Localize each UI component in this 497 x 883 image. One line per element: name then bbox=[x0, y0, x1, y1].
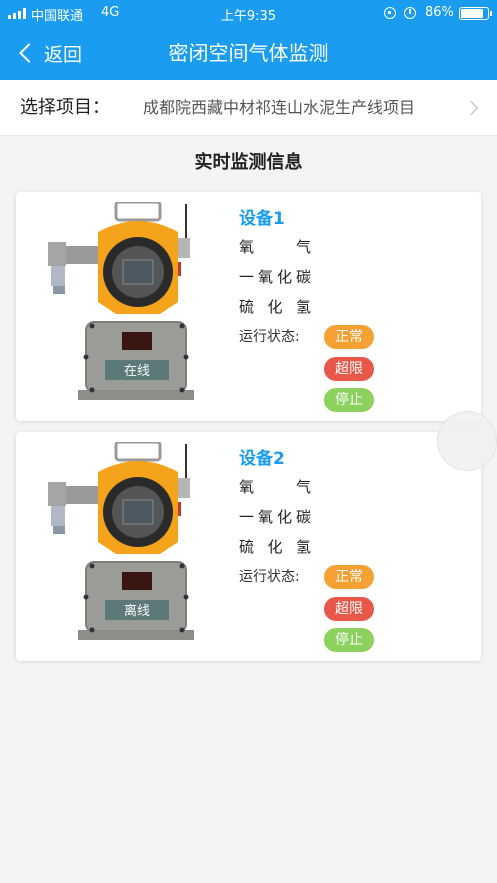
status-badge-stopped: 停止 bbox=[324, 628, 374, 652]
project-selector[interactable]: 选择项目： 成都院西藏中材祁连山水泥生产线项目 bbox=[0, 80, 497, 136]
gas-oxygen: 氧 气 bbox=[239, 238, 311, 256]
device-card[interactable]: 在线 设备1 氧 气 一氧化碳 硫 化 氢 运行状态: 正常 超限 停止 bbox=[16, 192, 481, 421]
section-title: 实时监测信息 bbox=[194, 152, 303, 173]
gas-co: 一氧化碳 bbox=[239, 268, 311, 286]
gas-detector-icon: 在线 bbox=[48, 202, 194, 400]
project-value: 成都院西藏中材祁连山水泥生产线项目 bbox=[143, 98, 416, 117]
battery-icon bbox=[459, 7, 492, 20]
gas-h2s: 硫 化 氢 bbox=[239, 298, 311, 316]
device-card[interactable]: 离线 设备2 氧 气 一氧化碳 硫 化 氢 运行状态: 正常 超限 停止 bbox=[16, 432, 481, 661]
status-label: 运行状态: bbox=[239, 329, 300, 345]
status-badge-stopped: 停止 bbox=[324, 388, 374, 412]
gas-h2s: 硫 化 氢 bbox=[239, 538, 311, 556]
status-badge-normal: 正常 bbox=[324, 565, 374, 589]
connection-label: 在线 bbox=[124, 363, 150, 378]
top-bar: 中国联通 4G 上午9:35 86% 返回 密闭空间气体监测 bbox=[0, 0, 497, 80]
gas-oxygen: 氧 气 bbox=[239, 478, 311, 496]
status-badge-over-limit: 超限 bbox=[324, 597, 374, 621]
battery-percent: 86% bbox=[425, 5, 454, 20]
device-name: 设备1 bbox=[239, 209, 285, 229]
status-badge-normal: 正常 bbox=[324, 325, 374, 349]
status-bar: 中国联通 4G 上午9:35 86% bbox=[0, 0, 497, 26]
status-label: 运行状态: bbox=[239, 569, 300, 585]
connection-label: 离线 bbox=[124, 603, 150, 618]
alarm-icon bbox=[404, 7, 416, 19]
page-title: 密闭空间气体监测 bbox=[168, 41, 329, 65]
gas-co: 一氧化碳 bbox=[239, 508, 311, 526]
rotation-lock-icon bbox=[384, 7, 396, 19]
status-badge-over-limit: 超限 bbox=[324, 357, 374, 381]
project-label: 选择项目： bbox=[20, 97, 110, 118]
assistive-touch-button[interactable] bbox=[437, 411, 497, 471]
gas-detector-icon: 离线 bbox=[48, 442, 194, 640]
device-name: 设备2 bbox=[239, 449, 285, 469]
chevron-right-icon bbox=[463, 100, 479, 116]
status-time: 上午9:35 bbox=[220, 9, 277, 24]
